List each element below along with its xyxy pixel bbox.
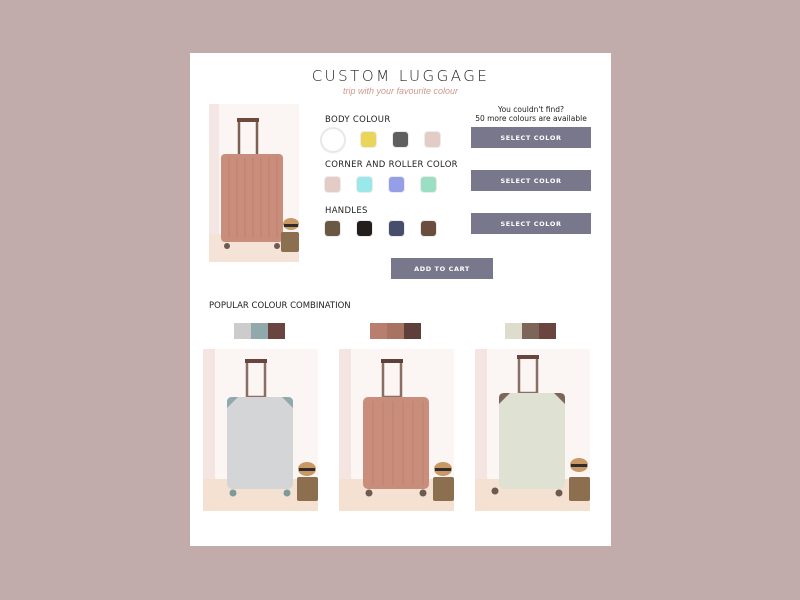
swatch-body-yellow[interactable] bbox=[361, 132, 376, 147]
corner-roller-label: CORNER AND ROLLER COLOR bbox=[325, 160, 458, 170]
hero-luggage-image bbox=[209, 104, 299, 262]
swatch-body-grey[interactable] bbox=[393, 132, 408, 147]
popular-combination-label: POPULAR COLOUR COMBINATION bbox=[209, 301, 351, 311]
select-corner-color-button[interactable]: SELECT COLOR bbox=[471, 170, 591, 191]
combo-3-color-1 bbox=[505, 323, 522, 339]
combo-2-color-2 bbox=[387, 323, 404, 339]
swatch-corner-mint[interactable] bbox=[421, 177, 436, 192]
swatch-body-pink[interactable] bbox=[425, 132, 440, 147]
product-card: CUSTOM LUGGAGE trip with your favourite … bbox=[190, 53, 611, 546]
handles-label: HANDLES bbox=[325, 206, 368, 216]
page-title: CUSTOM LUGGAGE bbox=[311, 67, 490, 85]
swatch-handle-brown[interactable] bbox=[325, 221, 340, 236]
combo-3-luggage-image[interactable] bbox=[475, 349, 590, 511]
hint-line-2: 50 more colours are available bbox=[475, 114, 587, 123]
select-body-color-button[interactable]: SELECT COLOR bbox=[471, 127, 591, 148]
body-colour-swatches bbox=[322, 128, 440, 151]
combo-1-luggage-image[interactable] bbox=[203, 349, 318, 511]
combo-1-color-3 bbox=[268, 323, 285, 339]
combo-1-color-2 bbox=[251, 323, 268, 339]
swatch-handle-navy[interactable] bbox=[389, 221, 404, 236]
more-colours-hint: You couldn't find? 50 more colours are a… bbox=[471, 105, 591, 123]
combo-2-palette[interactable] bbox=[370, 323, 421, 339]
swatch-handle-chestnut[interactable] bbox=[421, 221, 436, 236]
swatch-corner-pink[interactable] bbox=[325, 177, 340, 192]
combo-2-luggage-image[interactable] bbox=[339, 349, 454, 511]
combo-2-color-1 bbox=[370, 323, 387, 339]
corner-roller-swatches bbox=[325, 177, 436, 192]
combo-3-palette[interactable] bbox=[505, 323, 556, 339]
swatch-corner-periwinkle[interactable] bbox=[389, 177, 404, 192]
add-to-cart-button[interactable]: ADD TO CART bbox=[391, 258, 493, 279]
page-subtitle: trip with your favourite colour bbox=[342, 86, 459, 96]
hint-line-1: You couldn't find? bbox=[498, 105, 564, 114]
combo-3-color-2 bbox=[522, 323, 539, 339]
swatch-handle-black[interactable] bbox=[357, 221, 372, 236]
combo-2-color-3 bbox=[404, 323, 421, 339]
select-handle-color-button[interactable]: SELECT COLOR bbox=[471, 213, 591, 234]
combo-1-color-1 bbox=[234, 323, 251, 339]
combo-3-color-3 bbox=[539, 323, 556, 339]
combo-1-palette[interactable] bbox=[234, 323, 285, 339]
swatch-body-white[interactable] bbox=[322, 128, 344, 151]
handles-swatches bbox=[325, 221, 436, 236]
body-colour-label: BODY COLOUR bbox=[325, 115, 391, 125]
swatch-corner-aqua[interactable] bbox=[357, 177, 372, 192]
